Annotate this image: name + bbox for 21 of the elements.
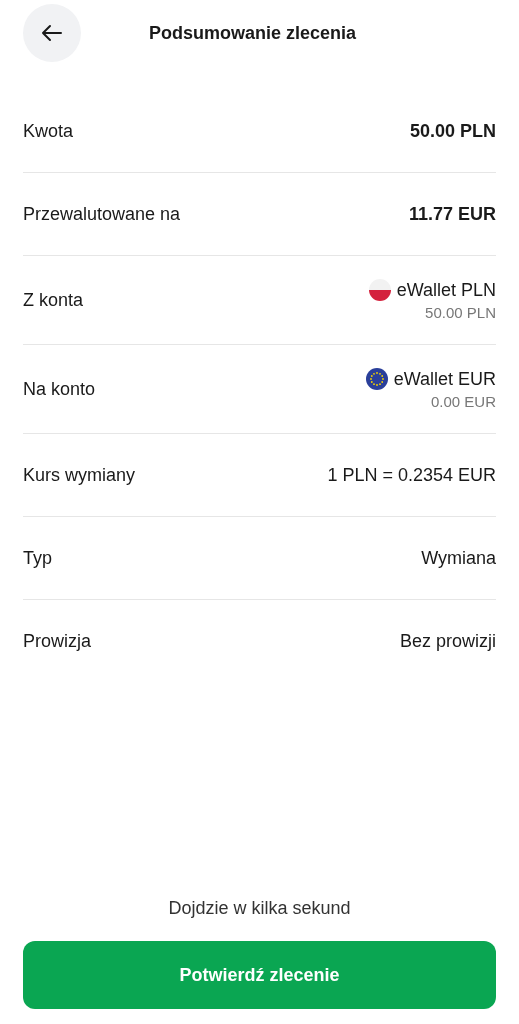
row-label: Z konta <box>23 289 84 311</box>
account-name: eWallet PLN <box>396 279 496 301</box>
row-label: Typ <box>23 547 52 569</box>
row-label: Przewalutowane na <box>23 203 181 225</box>
eu-flag-icon <box>365 368 388 390</box>
row-label: Kurs wymiany <box>23 464 136 486</box>
account-balance: 0.00 EUR <box>430 393 496 410</box>
account-name: eWallet EUR <box>393 368 496 390</box>
row-value: Bez prowizji <box>399 630 496 652</box>
poland-flag-icon <box>368 279 391 301</box>
row-label: Kwota <box>23 120 74 142</box>
row-value: 1 PLN = 0.2354 EUR <box>327 464 496 486</box>
row-label: Na konto <box>23 378 96 400</box>
row-label: Prowizja <box>23 630 92 652</box>
row-value: 50.00 PLN <box>409 120 496 142</box>
confirm-button[interactable]: Potwierdź zlecenie <box>23 941 496 1009</box>
account-balance: 50.00 PLN <box>425 304 496 321</box>
row-value: Wymiana <box>421 547 496 569</box>
row-value: 11.77 EUR <box>408 203 496 225</box>
arrival-note: Dojdzie w kilka sekund <box>167 898 352 919</box>
page-title: Podsumowanie zlecenia <box>149 22 357 44</box>
